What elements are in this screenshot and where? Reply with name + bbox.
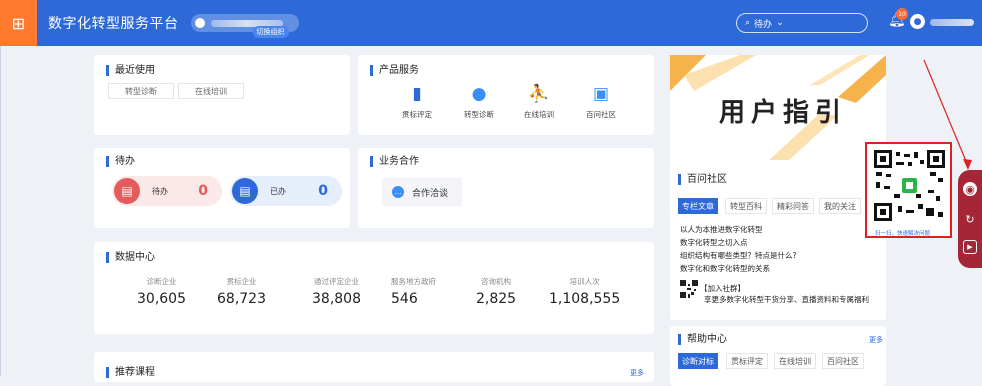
frame-icon: ▣ — [592, 84, 610, 104]
stat-consulting-agencies: 咨询机构 2,825 — [476, 277, 517, 307]
search-input[interactable]: ⌕ 待办 ⌄ — [736, 13, 868, 33]
organization-selector[interactable]: 切换组织 — [190, 14, 299, 38]
recent-use-card: 最近使用 转型诊断 在线培训 — [94, 55, 350, 135]
search-value: 待办 — [754, 19, 773, 30]
pending-count: 0 — [198, 183, 208, 199]
community-qr-code — [680, 280, 698, 298]
organization-icon — [194, 18, 205, 28]
pending-todo-button[interactable]: ▤ 待办 0 — [112, 176, 222, 206]
done-count: 0 — [318, 183, 328, 199]
stat-training-attendance: 培训人次 1,108,555 — [549, 277, 621, 307]
play-icon[interactable]: ▶ — [963, 240, 977, 254]
tab-online-training[interactable]: 在线培训 — [774, 353, 816, 369]
service-community[interactable]: ▣ 百问社区 — [576, 83, 626, 120]
app-title: 数字化转型服务平台 — [48, 16, 179, 32]
join-community-title[interactable]: 【加入社群】 — [700, 283, 745, 294]
recent-item-diagnosis[interactable]: 转型诊断 — [108, 83, 174, 99]
search-icon: ⌕ — [745, 18, 751, 28]
qr-code-image — [874, 150, 945, 221]
community-title: 百问社区 — [678, 174, 727, 185]
data-center-title: 数据中心 — [106, 252, 155, 263]
notification-badge: 10 — [896, 8, 908, 20]
user-name-redacted[interactable] — [930, 19, 974, 26]
cooperation-negotiation-button[interactable]: … 合作洽谈 — [382, 178, 462, 206]
building-icon: ▮ — [412, 84, 422, 104]
done-icon: ▤ — [232, 178, 258, 204]
tab-featured-qa[interactable]: 精彩问答 — [772, 198, 814, 214]
done-todo-button[interactable]: ▤ 已办 0 — [230, 176, 342, 206]
stat-certified-companies: 通过评定企业 38,808 — [312, 277, 361, 307]
refresh-icon[interactable]: ↻ — [963, 212, 977, 226]
tab-my-follows[interactable]: 我的关注 — [819, 198, 861, 214]
recommended-courses-title: 推荐课程 — [106, 367, 155, 378]
side-dock: ◉ ↻ ▶ — [958, 170, 982, 268]
stat-standard-companies: 贯标企业 68,723 — [217, 277, 266, 307]
user-guide-banner[interactable]: 用户指引 — [670, 55, 886, 163]
pending-icon: ▤ — [114, 178, 140, 204]
todo-title: 待办 — [106, 156, 135, 167]
done-label: 已办 — [270, 186, 286, 196]
tab-column-articles[interactable]: 专栏文章 — [678, 198, 718, 214]
user-avatar-icon[interactable]: ● — [910, 14, 925, 29]
courses-more-link[interactable]: 更多 — [630, 368, 644, 378]
tab-transformation-wiki[interactable]: 转型百科 — [725, 198, 767, 214]
recent-use-title: 最近使用 — [106, 65, 155, 76]
tab-community[interactable]: 百问社区 — [822, 353, 864, 369]
runner-icon: ⛹ — [528, 84, 550, 104]
recent-item-training[interactable]: 在线培训 — [178, 83, 244, 99]
community-link[interactable]: 数字化和数字化转型的关系 — [680, 263, 770, 274]
chat-icon: … — [392, 186, 404, 198]
service-standard-evaluation[interactable]: ▮ 贯标评定 — [392, 83, 442, 120]
pending-label: 待办 — [152, 186, 168, 196]
community-link[interactable]: 以人为本推进数字化转型 — [680, 224, 763, 235]
product-services-title: 产品服务 — [370, 65, 419, 76]
join-community-desc: 享更多数字化转型干货分享、直播资料和专属福利 — [704, 295, 869, 304]
stat-diagnosis-companies: 诊断企业 30,605 — [137, 277, 186, 307]
help-center-title: 帮助中心 — [678, 334, 727, 345]
community-link[interactable]: 数字化转型之切入点 — [680, 237, 748, 248]
switch-organization-tag[interactable]: 切换组织 — [252, 26, 289, 38]
todo-card: 待办 ▤ 待办 0 ▤ 已办 0 — [94, 148, 350, 228]
help-more-link[interactable]: 更多 — [869, 335, 883, 345]
headset-icon[interactable]: ◉ — [963, 182, 977, 196]
product-services-card: 产品服务 ▮ 贯标评定 ● 转型诊断 ⛹ 在线培训 ▣ 百问社区 — [358, 55, 654, 135]
qr-code-popup: 扫一扫，快速解决问题 — [865, 142, 952, 238]
business-cooperation-title: 业务合作 — [370, 156, 419, 167]
service-online-training[interactable]: ⛹ 在线培训 — [514, 83, 564, 120]
tab-standard-evaluation[interactable]: 贯标评定 — [726, 353, 768, 369]
service-diagnosis[interactable]: ● 转型诊断 — [454, 83, 504, 120]
recommended-courses-card: 推荐课程 更多 — [94, 352, 654, 382]
magnifier-icon: ● — [471, 84, 487, 104]
chevron-down-icon: ⌄ — [776, 18, 784, 28]
user-guide-title: 用户指引 — [719, 98, 848, 128]
page-left-border — [0, 46, 1, 376]
apps-grid-icon[interactable]: ⊞ — [0, 0, 37, 46]
qr-caption: 扫一扫，快速解决问题 — [875, 231, 931, 237]
stat-local-governments: 服务地方政府 546 — [391, 277, 436, 307]
community-link[interactable]: 组织结构有哪些类型？特点是什么? — [680, 250, 796, 261]
tab-diagnosis-benchmark[interactable]: 诊断对标 — [678, 353, 718, 369]
